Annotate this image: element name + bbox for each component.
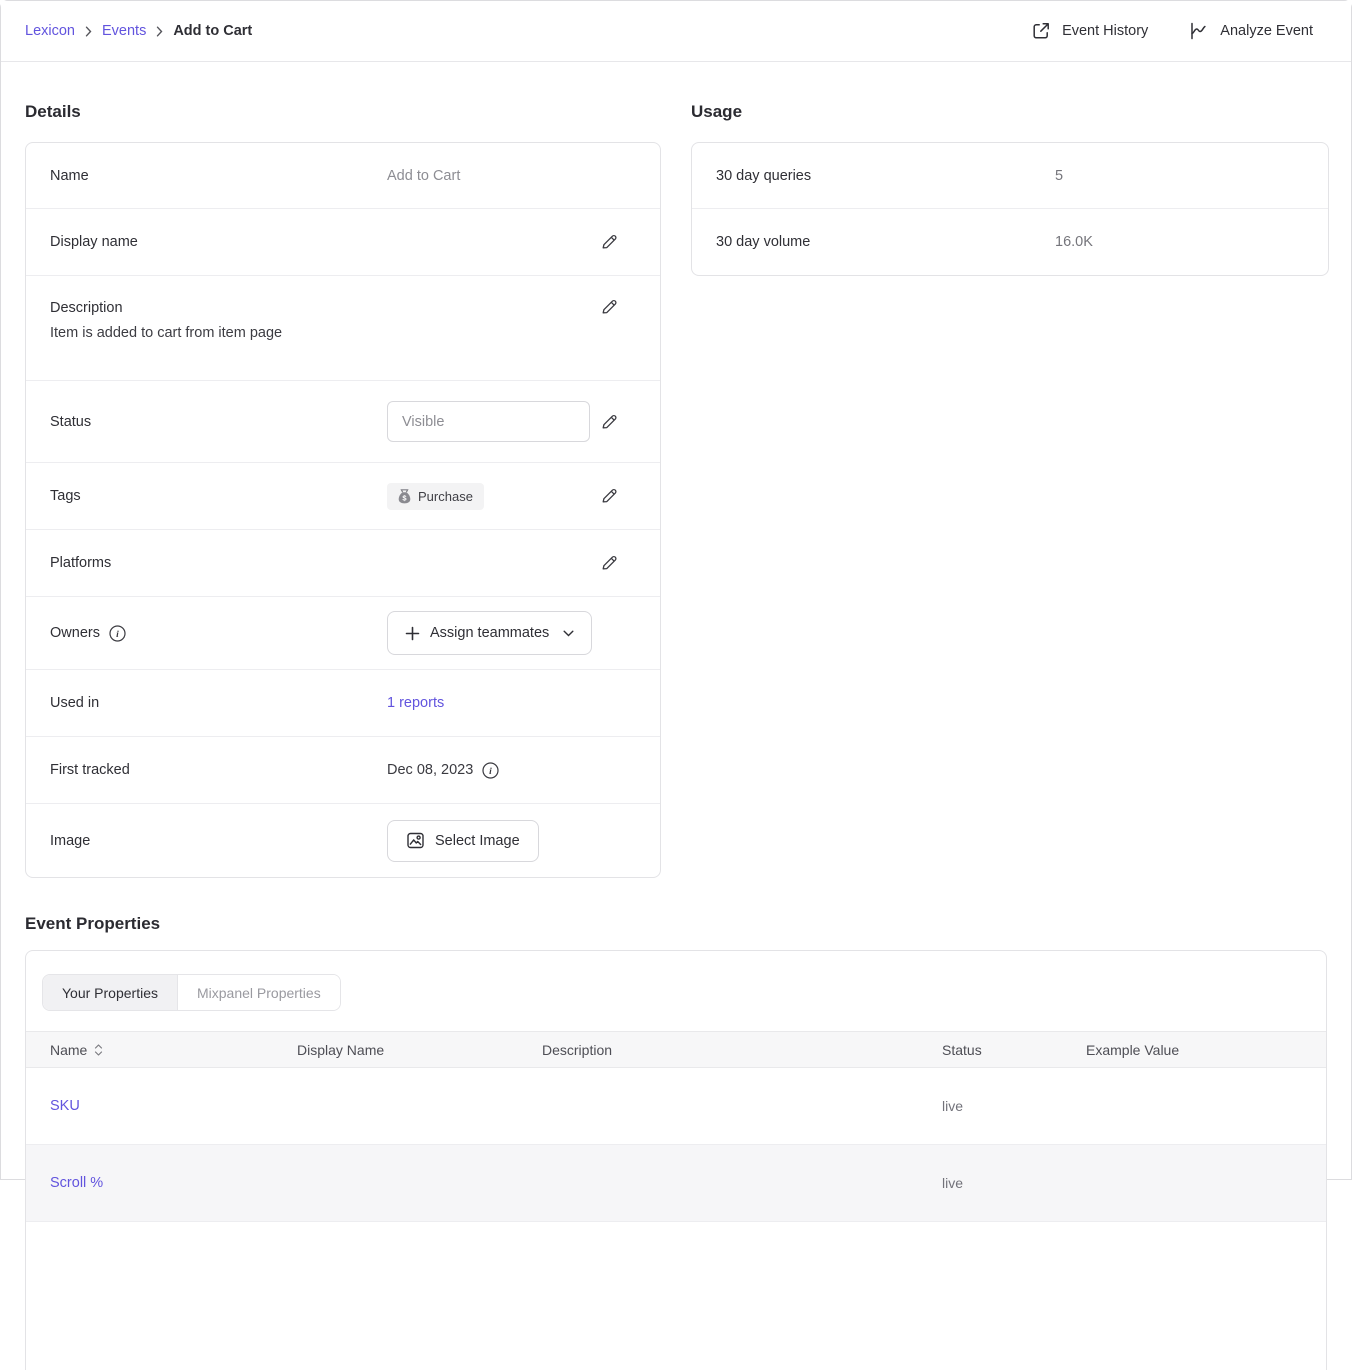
edit-status-button[interactable] xyxy=(600,413,618,431)
tab-mixpanel-properties[interactable]: Mixpanel Properties xyxy=(178,975,340,1010)
image-icon xyxy=(406,831,425,850)
detail-row-platforms: Platforms xyxy=(26,530,660,597)
detail-row-owners: Owners i Assign xyxy=(26,597,660,670)
property-status: live xyxy=(942,1098,1086,1114)
edit-tags-button[interactable] xyxy=(600,487,618,505)
header-cell-description: Description xyxy=(542,1042,942,1058)
used-in-reports-link[interactable]: 1 reports xyxy=(387,695,444,711)
tags-label: Tags xyxy=(50,488,387,504)
lexicon-event-detail-page: { "breadcrumb": { "items": [ { "label": … xyxy=(0,0,1352,1180)
pencil-icon xyxy=(600,233,618,251)
event-properties-card: Your Properties Mixpanel Properties Name… xyxy=(25,950,1327,1370)
platforms-label: Platforms xyxy=(50,555,387,571)
status-select[interactable]: Visible xyxy=(387,401,590,442)
header-cell-display-name: Display Name xyxy=(297,1042,542,1058)
breadcrumb-lexicon-link[interactable]: Lexicon xyxy=(25,23,75,39)
detail-row-tags: Tags $ Purchase xyxy=(26,463,660,530)
usage-row-volume: 30 day volume 16.0K xyxy=(692,209,1328,275)
external-link-icon xyxy=(1031,21,1051,41)
detail-row-image: Image Select Image xyxy=(26,804,660,877)
analyze-event-button[interactable]: Analyze Event xyxy=(1188,21,1313,41)
info-icon[interactable]: i xyxy=(109,625,126,642)
assign-teammates-label: Assign teammates xyxy=(430,625,549,641)
first-tracked-value: Dec 08, 2023 xyxy=(387,762,473,778)
breadcrumb-events-link[interactable]: Events xyxy=(102,23,146,39)
pencil-icon xyxy=(600,554,618,572)
line-chart-icon xyxy=(1188,21,1209,41)
header-cell-example-value: Example Value xyxy=(1086,1042,1326,1058)
properties-table-header: Name Display Name Description Status Exa… xyxy=(26,1031,1326,1068)
table-row[interactable]: SKU live xyxy=(26,1068,1326,1145)
svg-text:i: i xyxy=(116,630,119,640)
usage-row-queries: 30 day queries 5 xyxy=(692,143,1328,209)
volume-value: 16.0K xyxy=(1055,234,1093,250)
header-cell-status: Status xyxy=(942,1042,1086,1058)
chevron-right-icon xyxy=(85,26,92,37)
pencil-icon xyxy=(600,413,618,431)
detail-row-description: Description Item is added to cart from i… xyxy=(26,276,660,381)
property-link-sku[interactable]: SKU xyxy=(26,1098,297,1114)
event-history-label: Event History xyxy=(1062,23,1148,39)
image-label: Image xyxy=(50,833,387,849)
detail-row-display-name: Display name xyxy=(26,209,660,276)
header-actions: Event History Analyze Event xyxy=(1031,21,1313,41)
queries-value: 5 xyxy=(1055,168,1063,184)
edit-platforms-button[interactable] xyxy=(600,554,618,572)
table-row[interactable]: Scroll % live xyxy=(26,1145,1326,1222)
pencil-icon xyxy=(600,298,618,316)
details-card: Name Add to Cart Display name xyxy=(25,142,661,878)
chevron-down-icon xyxy=(563,630,574,637)
header-cell-name[interactable]: Name xyxy=(26,1042,297,1058)
detail-row-used-in: Used in 1 reports xyxy=(26,670,660,737)
event-properties-title: Event Properties xyxy=(25,914,1327,934)
breadcrumb-current-event: Add to Cart xyxy=(173,23,252,39)
name-label: Name xyxy=(50,168,387,184)
edit-display-name-button[interactable] xyxy=(600,233,618,251)
property-status: live xyxy=(942,1175,1086,1191)
description-label: Description xyxy=(50,300,387,316)
top-header-bar: Lexicon Events Add to Cart Event History xyxy=(1,1,1351,62)
details-title: Details xyxy=(25,102,661,122)
money-bag-icon: $ xyxy=(398,489,411,504)
tag-chip-label: Purchase xyxy=(418,489,473,504)
volume-label: 30 day volume xyxy=(716,234,1055,250)
pencil-icon xyxy=(600,487,618,505)
breadcrumb: Lexicon Events Add to Cart xyxy=(25,23,252,39)
plus-icon xyxy=(405,626,420,641)
edit-description-button[interactable] xyxy=(600,298,618,316)
detail-row-status: Status Visible xyxy=(26,381,660,463)
first-tracked-label: First tracked xyxy=(50,762,387,778)
description-value: Item is added to cart from item page xyxy=(50,325,636,341)
name-header-label: Name xyxy=(50,1042,87,1058)
assign-teammates-button[interactable]: Assign teammates xyxy=(387,611,592,655)
used-in-label: Used in xyxy=(50,695,387,711)
usage-title: Usage xyxy=(691,102,1329,122)
details-column: Details Name Add to Cart Display name xyxy=(25,62,661,878)
properties-tabs: Your Properties Mixpanel Properties xyxy=(42,974,341,1011)
select-image-label: Select Image xyxy=(435,833,520,849)
status-label: Status xyxy=(50,414,387,430)
owners-label: Owners xyxy=(50,625,100,641)
analyze-event-label: Analyze Event xyxy=(1220,23,1313,39)
tab-your-properties[interactable]: Your Properties xyxy=(43,975,178,1010)
properties-table: Name Display Name Description Status Exa… xyxy=(26,1031,1326,1222)
usage-card: 30 day queries 5 30 day volume 16.0K xyxy=(691,142,1329,276)
chevron-right-icon xyxy=(156,26,163,37)
usage-column: Usage 30 day queries 5 30 day volume 16.… xyxy=(691,62,1329,276)
info-icon[interactable]: i xyxy=(482,762,499,779)
main-content: Details Name Add to Cart Display name xyxy=(1,62,1351,1370)
event-history-button[interactable]: Event History xyxy=(1031,21,1148,41)
display-name-label: Display name xyxy=(50,234,387,250)
tag-chip-purchase: $ Purchase xyxy=(387,483,484,510)
detail-row-first-tracked: First tracked Dec 08, 2023 i xyxy=(26,737,660,804)
sort-icon xyxy=(94,1044,103,1056)
name-value: Add to Cart xyxy=(387,168,460,184)
svg-text:i: i xyxy=(489,767,492,777)
queries-label: 30 day queries xyxy=(716,168,1055,184)
select-image-button[interactable]: Select Image xyxy=(387,820,539,862)
detail-row-name: Name Add to Cart xyxy=(26,143,660,209)
property-link-scroll[interactable]: Scroll % xyxy=(26,1175,297,1191)
